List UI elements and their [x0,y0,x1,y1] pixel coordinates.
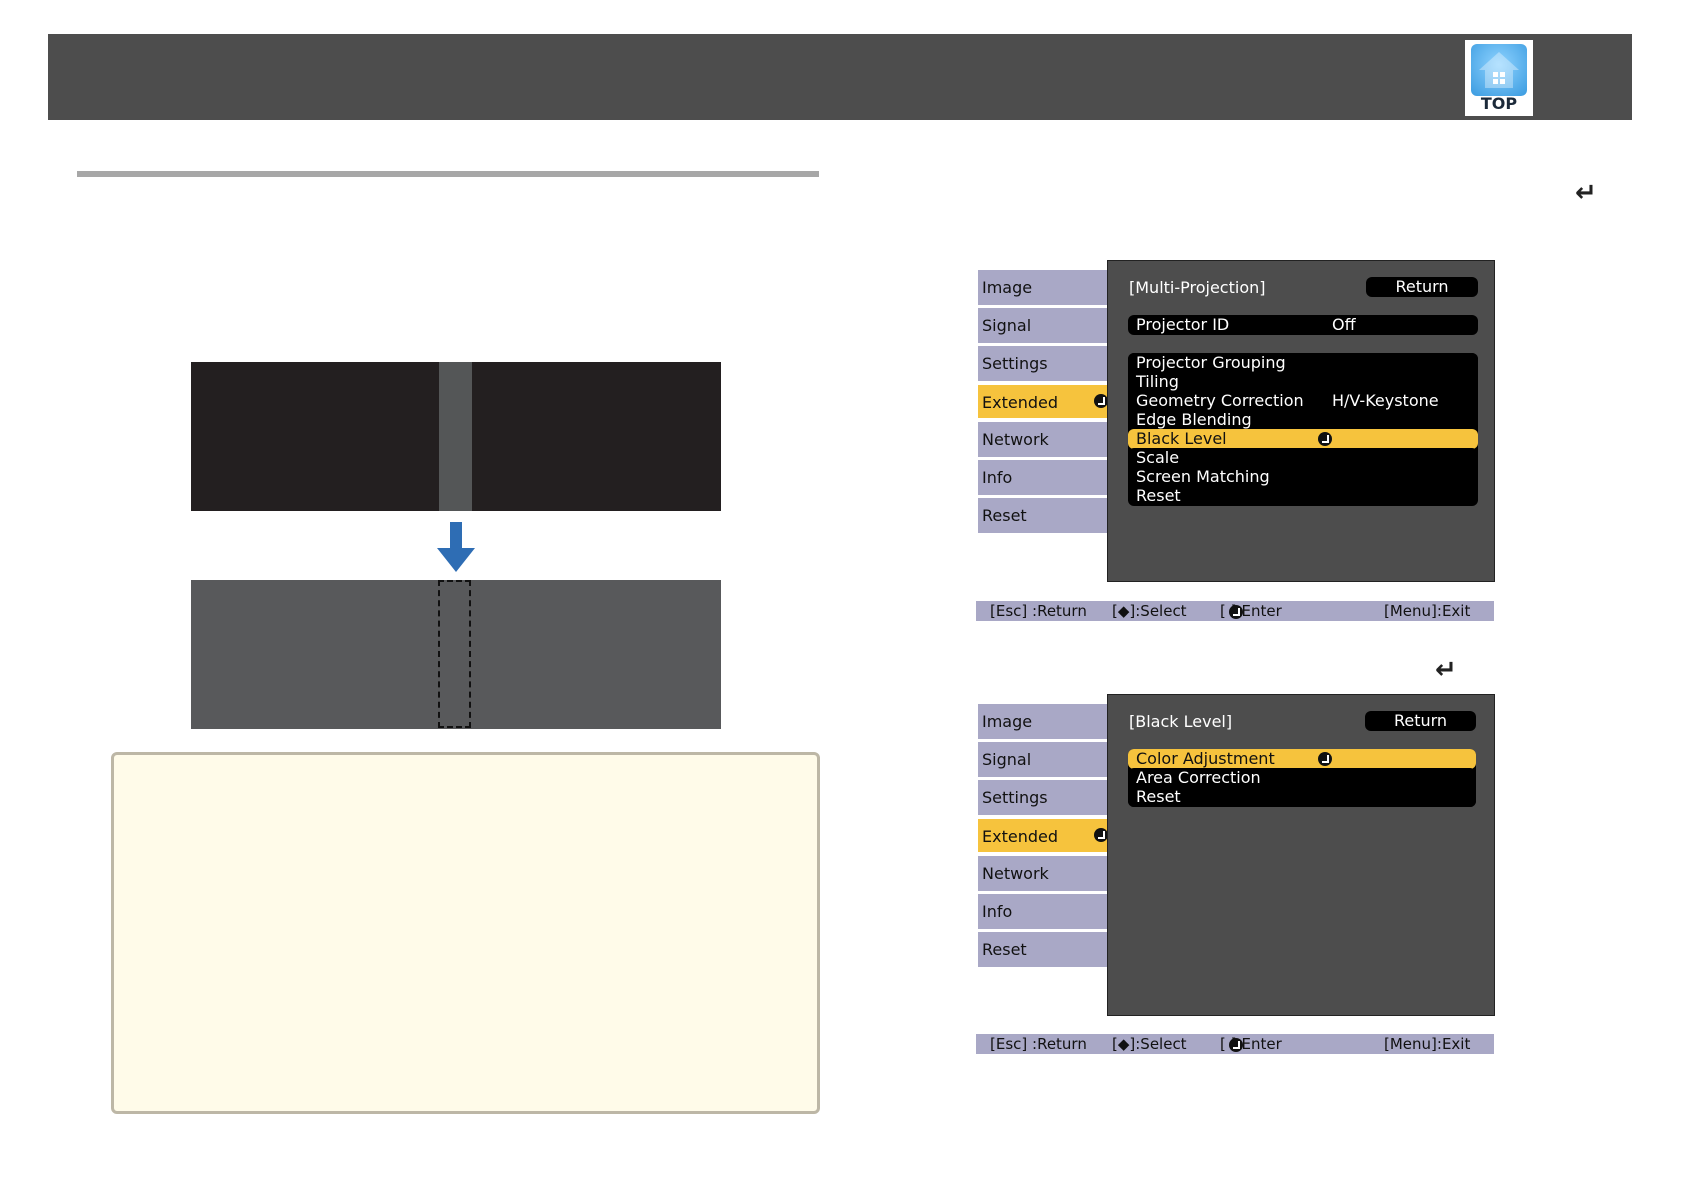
tab-reset[interactable]: Reset [978,498,1118,533]
menu-item-edge-blending[interactable]: Edge Blending [1128,410,1478,430]
top-label: TOP [1480,94,1518,113]
menu-item-color-adjustment[interactable]: Color Adjustment [1128,749,1476,769]
menu-item-value: H/V-Keystone [1332,391,1439,410]
menu-panel [1107,694,1495,1016]
footer-select: [◆]:Select [1112,1035,1187,1053]
tab-image[interactable]: Image [978,270,1118,305]
footer-esc: [Esc] :Return [990,602,1087,620]
menu-footer: [Esc] :Return [◆]:Select [ ]:Enter [Menu… [976,601,1494,621]
header-bar [48,34,1632,120]
tab-extended-label: Extended [982,393,1058,412]
menu-item-label: Color Adjustment [1136,749,1275,768]
menu-item-value: Off [1332,315,1356,334]
return-button[interactable]: Return [1365,711,1476,731]
blend-overlap-area [439,362,472,511]
menu-item-projector-id[interactable]: Projector ID Off [1128,315,1478,335]
tab-network[interactable]: Network [978,422,1118,457]
menu-item-projector-grouping[interactable]: Projector Grouping [1128,353,1478,373]
menu-item-reset[interactable]: Reset [1128,486,1478,506]
home-icon [1471,44,1527,96]
tab-reset[interactable]: Reset [978,932,1118,967]
note-box [111,752,820,1114]
tab-extended[interactable]: Extended [978,384,1118,419]
menu-footer: [Esc] :Return [◆]:Select [ ]:Enter [Menu… [976,1034,1494,1054]
tab-settings[interactable]: Settings [978,346,1118,381]
tab-signal[interactable]: Signal [978,308,1118,343]
menu-item-scale[interactable]: Scale [1128,448,1478,468]
enter-icon: ↵ [1575,178,1597,208]
enter-icon: ↵ [1435,655,1457,685]
footer-exit: [Menu]:Exit [1384,1035,1471,1053]
enter-icon [1229,1038,1243,1052]
tab-extended-label: Extended [982,827,1058,846]
top-link[interactable]: TOP [1465,40,1533,116]
tab-image[interactable]: Image [978,704,1118,739]
return-button[interactable]: Return [1366,277,1478,297]
menu-title: [Multi-Projection] [1129,278,1266,297]
tab-info[interactable]: Info [978,460,1118,495]
menu-item-reset[interactable]: Reset [1128,787,1476,807]
tab-signal[interactable]: Signal [978,742,1118,777]
enter-icon [1318,432,1332,446]
menu-item-label: Geometry Correction [1136,391,1304,410]
menu-title: [Black Level] [1129,712,1233,731]
menu-item-black-level[interactable]: Black Level [1128,429,1478,449]
down-arrow-icon [437,522,475,572]
footer-select: [◆]:Select [1112,602,1187,620]
menu-item-area-correction[interactable]: Area Correction [1128,768,1476,788]
tab-extended[interactable]: Extended [978,818,1118,853]
menu-item-label: Projector ID [1136,315,1230,334]
enter-icon [1229,605,1243,619]
enter-icon [1094,828,1108,842]
enter-icon [1318,752,1332,766]
menu-item-label: Black Level [1136,429,1227,448]
footer-esc: [Esc] :Return [990,1035,1087,1053]
enter-icon [1094,394,1108,408]
tab-settings[interactable]: Settings [978,780,1118,815]
section-rule [77,171,819,177]
menu-item-screen-matching[interactable]: Screen Matching [1128,467,1478,487]
menu-item-tiling[interactable]: Tiling [1128,372,1478,392]
menu-item-geometry-correction[interactable]: Geometry Correction H/V-Keystone [1128,391,1478,411]
footer-exit: [Menu]:Exit [1384,602,1471,620]
tab-network[interactable]: Network [978,856,1118,891]
blend-overlap-outline [438,580,471,728]
tab-info[interactable]: Info [978,894,1118,929]
